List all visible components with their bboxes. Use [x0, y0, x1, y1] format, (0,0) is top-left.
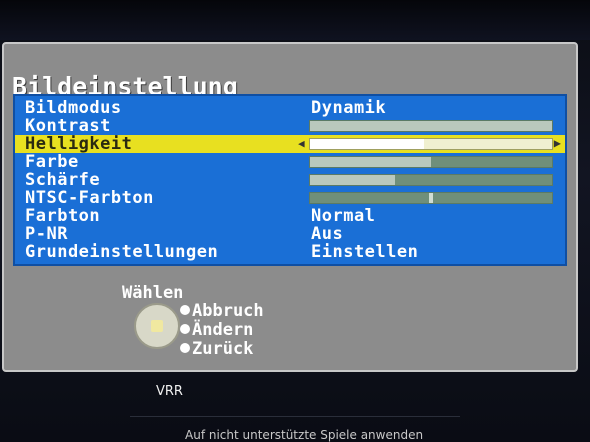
bullet-icon	[180, 324, 190, 334]
row-farbe[interactable]: Farbe	[15, 152, 565, 172]
vrr-hint[interactable]: Auf nicht unterstützte Spiele anwenden	[185, 428, 423, 442]
help-item-label: Zurück	[192, 339, 254, 359]
level-bar[interactable]	[309, 120, 553, 132]
level-bar[interactable]	[309, 174, 553, 186]
help-item-zurueck: Zurück	[180, 339, 253, 359]
help-item-label: Ändern	[192, 320, 254, 340]
bullet-icon	[180, 305, 190, 315]
background-settings-screen: VRR Auf nicht unterstützte Spiele anwend…	[0, 376, 590, 442]
help-title: Wählen	[122, 283, 184, 303]
row-label: Farbton	[25, 206, 101, 226]
row-label: Farbe	[25, 152, 79, 172]
dpad-icon	[134, 303, 180, 349]
row-label: Helligkeit	[25, 134, 133, 154]
level-bar-fill	[310, 175, 395, 185]
settings-menu: Bildmodus Dynamik Kontrast Helligkeit ◀ …	[13, 94, 567, 266]
row-label: NTSC-Farbton	[25, 188, 154, 208]
row-bildmodus[interactable]: Bildmodus Dynamik	[15, 98, 565, 118]
row-label: Bildmodus	[25, 98, 122, 118]
row-label: Grundeinstellungen	[25, 242, 219, 262]
dpad-center-icon	[151, 320, 163, 332]
row-label: P-NR	[25, 224, 68, 244]
arrow-right-icon[interactable]: ▶	[554, 136, 561, 150]
row-label: Schärfe	[25, 170, 101, 190]
row-ntsc-farbton[interactable]: NTSC-Farbton	[15, 188, 565, 208]
row-value: Dynamik	[311, 98, 387, 118]
level-bar[interactable]	[309, 156, 553, 168]
bullet-icon	[180, 343, 190, 353]
row-grundeinstellungen[interactable]: Grundeinstellungen Einstellen	[15, 242, 565, 262]
divider	[130, 416, 460, 417]
level-tick	[429, 193, 433, 203]
level-bar-fill	[310, 139, 424, 149]
level-bar-fill	[310, 121, 552, 131]
row-kontrast[interactable]: Kontrast	[15, 116, 565, 136]
row-p-nr[interactable]: P-NR Aus	[15, 224, 565, 244]
level-bar[interactable]	[309, 138, 553, 150]
row-schaerfe[interactable]: Schärfe	[15, 170, 565, 190]
row-helligkeit[interactable]: Helligkeit ◀ ▶	[15, 134, 565, 154]
vrr-label[interactable]: VRR	[156, 384, 183, 399]
level-bar-fill	[310, 157, 431, 167]
row-value: Einstellen	[311, 242, 419, 262]
help-item-aendern: Ändern	[180, 320, 253, 340]
row-value: Aus	[311, 224, 344, 244]
screen-bezel	[0, 0, 590, 40]
row-value: Normal	[311, 206, 376, 226]
help-item-label: Abbruch	[192, 301, 264, 321]
help-item-abbruch: Abbruch	[180, 301, 264, 321]
arrow-left-icon[interactable]: ◀	[298, 137, 305, 150]
row-farbton[interactable]: Farbton Normal	[15, 206, 565, 226]
row-label: Kontrast	[25, 116, 111, 136]
level-bar-centered[interactable]	[309, 192, 553, 204]
